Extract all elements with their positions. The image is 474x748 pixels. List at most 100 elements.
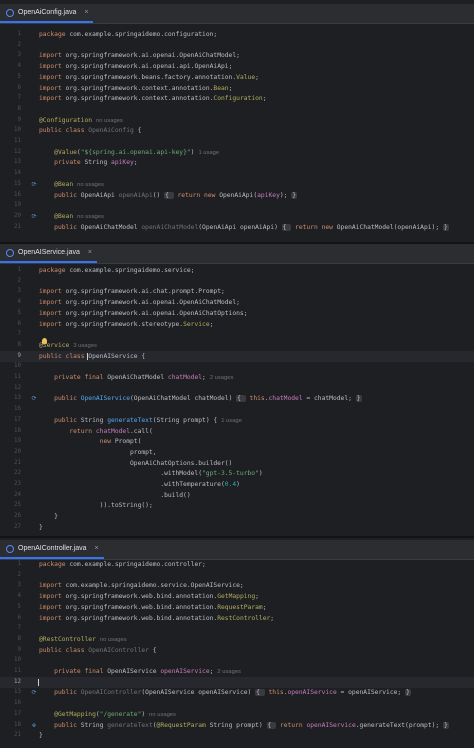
- code-line[interactable]: 9 @Configuration no usages: [0, 115, 474, 126]
- bean-gutter-icon[interactable]: ⟳: [30, 687, 38, 698]
- fold-marker[interactable]: }: [355, 395, 362, 403]
- code-line[interactable]: 9 public class OpenAIController {: [0, 645, 474, 656]
- code-line[interactable]: 21 public OpenAiChatModel openAiChatMode…: [0, 222, 474, 233]
- code-line[interactable]: 3 import org.springframework.ai.openai.Op…: [0, 50, 474, 61]
- code-line[interactable]: 12: [0, 383, 474, 394]
- code-line[interactable]: 5 import org.springframework.beans.factor…: [0, 72, 474, 83]
- code-line[interactable]: 17 @GetMapping("/generate") no usages: [0, 709, 474, 720]
- code-token: com.example.springaidemo.service.OpenAIS…: [65, 582, 244, 590]
- usage-hint[interactable]: no usages: [149, 712, 176, 718]
- usage-hint[interactable]: 1 usage: [221, 418, 242, 424]
- code-line[interactable]: 4 import org.springframework.ai.openai.Op…: [0, 297, 474, 308]
- code-line[interactable]: 6 import org.springframework.stereotype.S…: [0, 319, 474, 330]
- code-line[interactable]: 14: [0, 168, 474, 179]
- code-token: }: [39, 732, 43, 740]
- code-line[interactable]: 27}: [0, 522, 474, 533]
- code-line[interactable]: 1 package com.example.springaidemo.config…: [0, 29, 474, 40]
- code-line[interactable]: 10 public class OpenAiConfig {: [0, 125, 474, 136]
- code-line[interactable]: 6 import org.springframework.context.anno…: [0, 83, 474, 94]
- fold-marker[interactable]: }: [442, 223, 449, 231]
- code-line[interactable]: 20 prompt,: [0, 447, 474, 458]
- code-line[interactable]: 18 ⊕ public String generateText(@RequestP…: [0, 720, 474, 731]
- bean-gutter-icon[interactable]: ⟳: [30, 211, 38, 222]
- code-line[interactable]: 2: [0, 570, 474, 581]
- web-endpoint-icon[interactable]: ⊕: [30, 720, 38, 731]
- usage-hint[interactable]: 3 usages: [73, 343, 97, 349]
- fold-marker[interactable]: }: [442, 721, 449, 729]
- usage-hint[interactable]: 2 usages: [217, 669, 241, 675]
- code-line[interactable]: 8 @RestController no usages: [0, 634, 474, 645]
- code-line[interactable]: 21 OpenAiChatOptions.builder(): [0, 458, 474, 469]
- code-line[interactable]: 26 }: [0, 511, 474, 522]
- code-line[interactable]: 25 )).toString();: [0, 500, 474, 511]
- code-token: public: [39, 395, 81, 403]
- line-number: 18: [14, 427, 21, 434]
- fold-marker[interactable]: }: [291, 191, 298, 199]
- code-area[interactable]: 1 package com.example.springaidemo.contro…: [0, 540, 474, 748]
- line-number: 10: [14, 363, 21, 370]
- code-token: import: [39, 299, 66, 307]
- code-line[interactable]: 12 @Value("${spring.ai.openai.api-key}")…: [0, 147, 474, 158]
- code-line[interactable]: 13 private String apiKey;: [0, 157, 474, 168]
- usage-hint[interactable]: no usages: [77, 214, 104, 220]
- code-line[interactable]: 13 ⟳ public OpenAIController(OpenAIServic…: [0, 687, 474, 698]
- line-number: 11: [14, 668, 21, 674]
- code-line[interactable]: 13 ⟳ public OpenAIService(OpenAiChatModel…: [0, 393, 474, 404]
- code-line[interactable]: 21}: [0, 730, 474, 741]
- code-line[interactable]: 2: [0, 276, 474, 287]
- code-line[interactable]: 23 .withTemperature(0.4): [0, 479, 474, 490]
- bean-gutter-icon[interactable]: ⟳: [30, 179, 38, 190]
- code-line[interactable]: 22 .withModel("gpt-3.5-turbo"): [0, 468, 474, 479]
- code-line[interactable]: 9 public class OpenAIService {: [0, 350, 474, 362]
- code-line[interactable]: 3 import org.springframework.ai.chat.prom…: [0, 286, 474, 297]
- code-line[interactable]: 5 import org.springframework.ai.openai.Op…: [0, 308, 474, 319]
- code-line[interactable]: 16: [0, 404, 474, 415]
- code-line[interactable]: 11 private final OpenAIService openAISer…: [0, 666, 474, 677]
- fold-marker[interactable]: {: [236, 395, 246, 403]
- code-line[interactable]: 24 .build(): [0, 490, 474, 501]
- usage-hint[interactable]: no usages: [77, 182, 104, 188]
- code-line[interactable]: 19 new Prompt(: [0, 436, 474, 447]
- code-line[interactable]: 6 import org.springframework.web.bind.ann…: [0, 613, 474, 624]
- fold-marker[interactable]: {: [266, 721, 277, 729]
- pane-divider[interactable]: [0, 536, 474, 538]
- code-line[interactable]: 7 import org.springframework.context.anno…: [0, 93, 474, 104]
- code-area[interactable]: 1 package com.example.springaidemo.config…: [0, 4, 474, 242]
- code-line[interactable]: 5 import org.springframework.web.bind.ann…: [0, 602, 474, 613]
- code-line[interactable]: 16 public OpenAiApi openAiApi() { return…: [0, 190, 474, 201]
- code-line[interactable]: 16: [0, 698, 474, 709]
- code-line[interactable]: 17 public String generateText(String pro…: [0, 415, 474, 426]
- code-line[interactable]: 15 ⟳ @Bean no usages: [0, 179, 474, 190]
- usage-hint[interactable]: 1 usage: [198, 150, 219, 156]
- code-line[interactable]: 19: [0, 200, 474, 211]
- code-line[interactable]: 18 return chatModel.call(: [0, 426, 474, 437]
- code-area[interactable]: 1 package com.example.springaidemo.servic…: [0, 244, 474, 536]
- usage-hint[interactable]: no usages: [96, 118, 123, 124]
- line-number: 12: [14, 148, 21, 155]
- code-token: private final: [39, 668, 108, 675]
- code-line[interactable]: 2: [0, 40, 474, 51]
- fold-marker[interactable]: }: [405, 689, 411, 697]
- fold-marker[interactable]: {: [164, 191, 174, 199]
- code-line[interactable]: 7: [0, 623, 474, 634]
- code-line[interactable]: 10: [0, 655, 474, 666]
- code-line[interactable]: 10: [0, 361, 474, 372]
- fold-marker[interactable]: {: [281, 223, 292, 231]
- code-line[interactable]: 12: [0, 676, 474, 688]
- code-line[interactable]: 4 import org.springframework.web.bind.ann…: [0, 591, 474, 602]
- code-line[interactable]: 11: [0, 136, 474, 147]
- code-line[interactable]: 3 import com.example.springaidemo.service…: [0, 580, 474, 591]
- code-line[interactable]: 8 @Service 3 usages: [0, 337, 474, 351]
- code-line[interactable]: 1 package com.example.springaidemo.servic…: [0, 265, 474, 276]
- usage-hint[interactable]: 2 usages: [210, 375, 234, 381]
- fold-marker[interactable]: {: [255, 689, 265, 697]
- code-line[interactable]: 11 private final OpenAiChatModel chatMod…: [0, 372, 474, 383]
- code-token: import: [39, 582, 66, 590]
- code-line[interactable]: 8: [0, 104, 474, 115]
- bean-gutter-icon[interactable]: ⟳: [30, 393, 38, 404]
- code-line[interactable]: 7: [0, 329, 474, 340]
- code-line[interactable]: 20 ⟳ @Bean no usages: [0, 211, 474, 222]
- code-line[interactable]: 4 import org.springframework.ai.openai.ap…: [0, 61, 474, 72]
- usage-hint[interactable]: no usages: [100, 637, 127, 643]
- code-line[interactable]: 1 package com.example.springaidemo.contro…: [0, 559, 474, 570]
